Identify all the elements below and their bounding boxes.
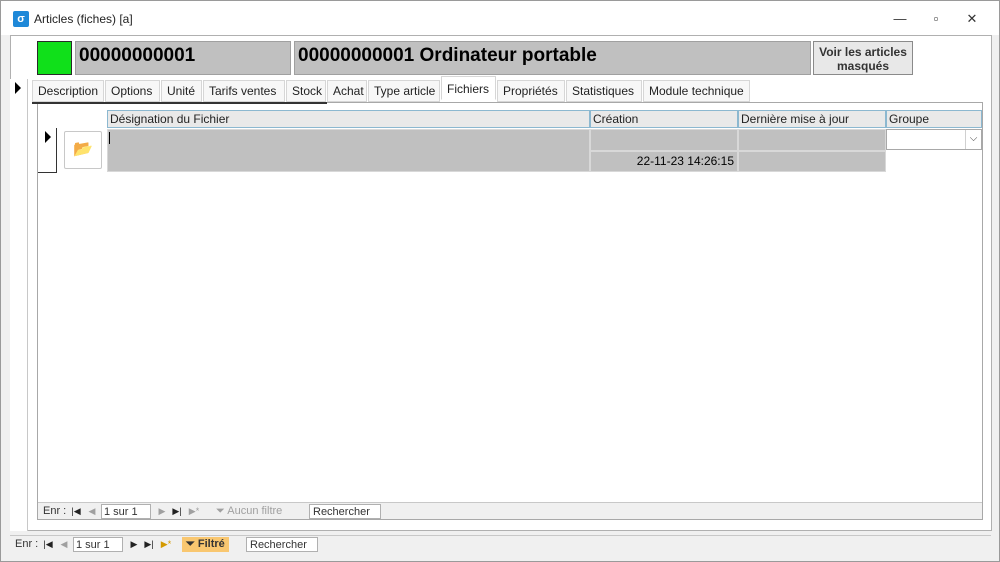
search-input[interactable]: Rechercher xyxy=(309,504,381,519)
column-header-creation[interactable]: Création xyxy=(590,110,738,128)
filter-toggle[interactable]: ⏷ Filtré xyxy=(182,537,229,552)
title-bar: σ Articles (fiches) [a] — ▫ ✕ xyxy=(1,1,999,35)
maximize-icon[interactable]: ▫ xyxy=(921,9,951,29)
open-folder-icon[interactable]: 📂 xyxy=(64,131,102,169)
previous-record-icon[interactable]: ◀ xyxy=(86,504,98,519)
show-hidden-articles-button[interactable]: Voir les articles masqués xyxy=(813,41,913,75)
record-label: Enr : xyxy=(15,538,39,550)
first-record-icon[interactable]: |◀ xyxy=(70,504,82,519)
status-indicator xyxy=(37,41,72,75)
record-label: Enr : xyxy=(43,505,67,517)
tab-statistiques[interactable]: Statistiques xyxy=(566,80,642,102)
previous-record-icon[interactable]: ◀ xyxy=(58,537,70,552)
search-input[interactable]: Rechercher xyxy=(246,537,318,552)
file-designation-cell[interactable] xyxy=(107,129,590,172)
next-record-icon[interactable]: ▶ xyxy=(128,537,140,552)
tab-unite[interactable]: Unité xyxy=(161,80,202,102)
last-record-icon[interactable]: ▶| xyxy=(143,537,155,552)
last-update-cell[interactable] xyxy=(738,151,886,172)
subform-record-selector[interactable] xyxy=(38,128,57,173)
article-code-field[interactable]: 00000000001 xyxy=(75,41,291,75)
group-select[interactable]: ⌵ xyxy=(886,129,982,150)
tab-fichiers[interactable]: Fichiers xyxy=(441,76,496,100)
filter-label: Filtré xyxy=(197,538,225,550)
last-update-cell-top xyxy=(738,129,886,151)
next-record-icon[interactable]: ▶ xyxy=(156,504,168,519)
tab-description[interactable]: Description xyxy=(32,80,104,102)
last-record-icon[interactable]: ▶| xyxy=(171,504,183,519)
current-record-icon xyxy=(15,82,21,94)
main-navigation-bar: Enr : |◀ ◀ 1 sur 1 ▶ ▶| ▶* ⏷ Filtré Rech… xyxy=(10,535,991,552)
minimize-icon[interactable]: — xyxy=(885,9,915,29)
filter-on-icon: ⏷ xyxy=(186,538,198,550)
tab-stock[interactable]: Stock xyxy=(286,80,326,102)
new-record-icon[interactable]: ▶* xyxy=(188,504,200,519)
tab-type-article[interactable]: Type article xyxy=(368,80,440,102)
first-record-icon[interactable]: |◀ xyxy=(42,537,54,552)
tab-achat[interactable]: Achat xyxy=(327,80,367,102)
record-selector[interactable] xyxy=(10,79,28,531)
creation-cell-top xyxy=(590,129,738,151)
tab-proprietes[interactable]: Propriétés xyxy=(497,80,565,102)
chevron-down-icon[interactable]: ⌵ xyxy=(965,130,981,149)
new-record-icon[interactable]: ▶* xyxy=(160,537,172,552)
form-window: σ Articles (fiches) [a] — ▫ ✕ 0000000000… xyxy=(0,0,1000,562)
article-name-field[interactable]: 00000000001 Ordinateur portable xyxy=(294,41,811,75)
creation-date-cell[interactable]: 22-11-23 14:26:15 xyxy=(590,151,738,172)
tab-options[interactable]: Options xyxy=(105,80,160,102)
current-record-input[interactable]: 1 sur 1 xyxy=(101,504,151,519)
column-header-group[interactable]: Groupe xyxy=(886,110,982,128)
column-header-last-update[interactable]: Dernière mise à jour xyxy=(738,110,886,128)
subform-navigation-bar: Enr : |◀ ◀ 1 sur 1 ▶ ▶| ▶* ⏷ Aucun filtr… xyxy=(38,502,982,519)
current-record-input[interactable]: 1 sur 1 xyxy=(73,537,123,552)
text-cursor xyxy=(109,132,110,144)
filter-toggle[interactable]: ⏷ Aucun filtre xyxy=(216,504,282,519)
current-record-icon xyxy=(45,131,51,143)
window-title: Articles (fiches) [a] xyxy=(34,12,133,26)
tab-separator xyxy=(32,102,327,104)
access-form-icon: σ xyxy=(13,11,29,27)
filter-label: Aucun filtre xyxy=(227,505,283,517)
tab-module-technique[interactable]: Module technique xyxy=(643,80,750,102)
tab-tarifs-ventes[interactable]: Tarifs ventes xyxy=(203,80,285,102)
filter-off-icon: ⏷ xyxy=(216,505,228,517)
column-header-designation[interactable]: Désignation du Fichier xyxy=(107,110,590,128)
close-icon[interactable]: ✕ xyxy=(957,9,987,29)
